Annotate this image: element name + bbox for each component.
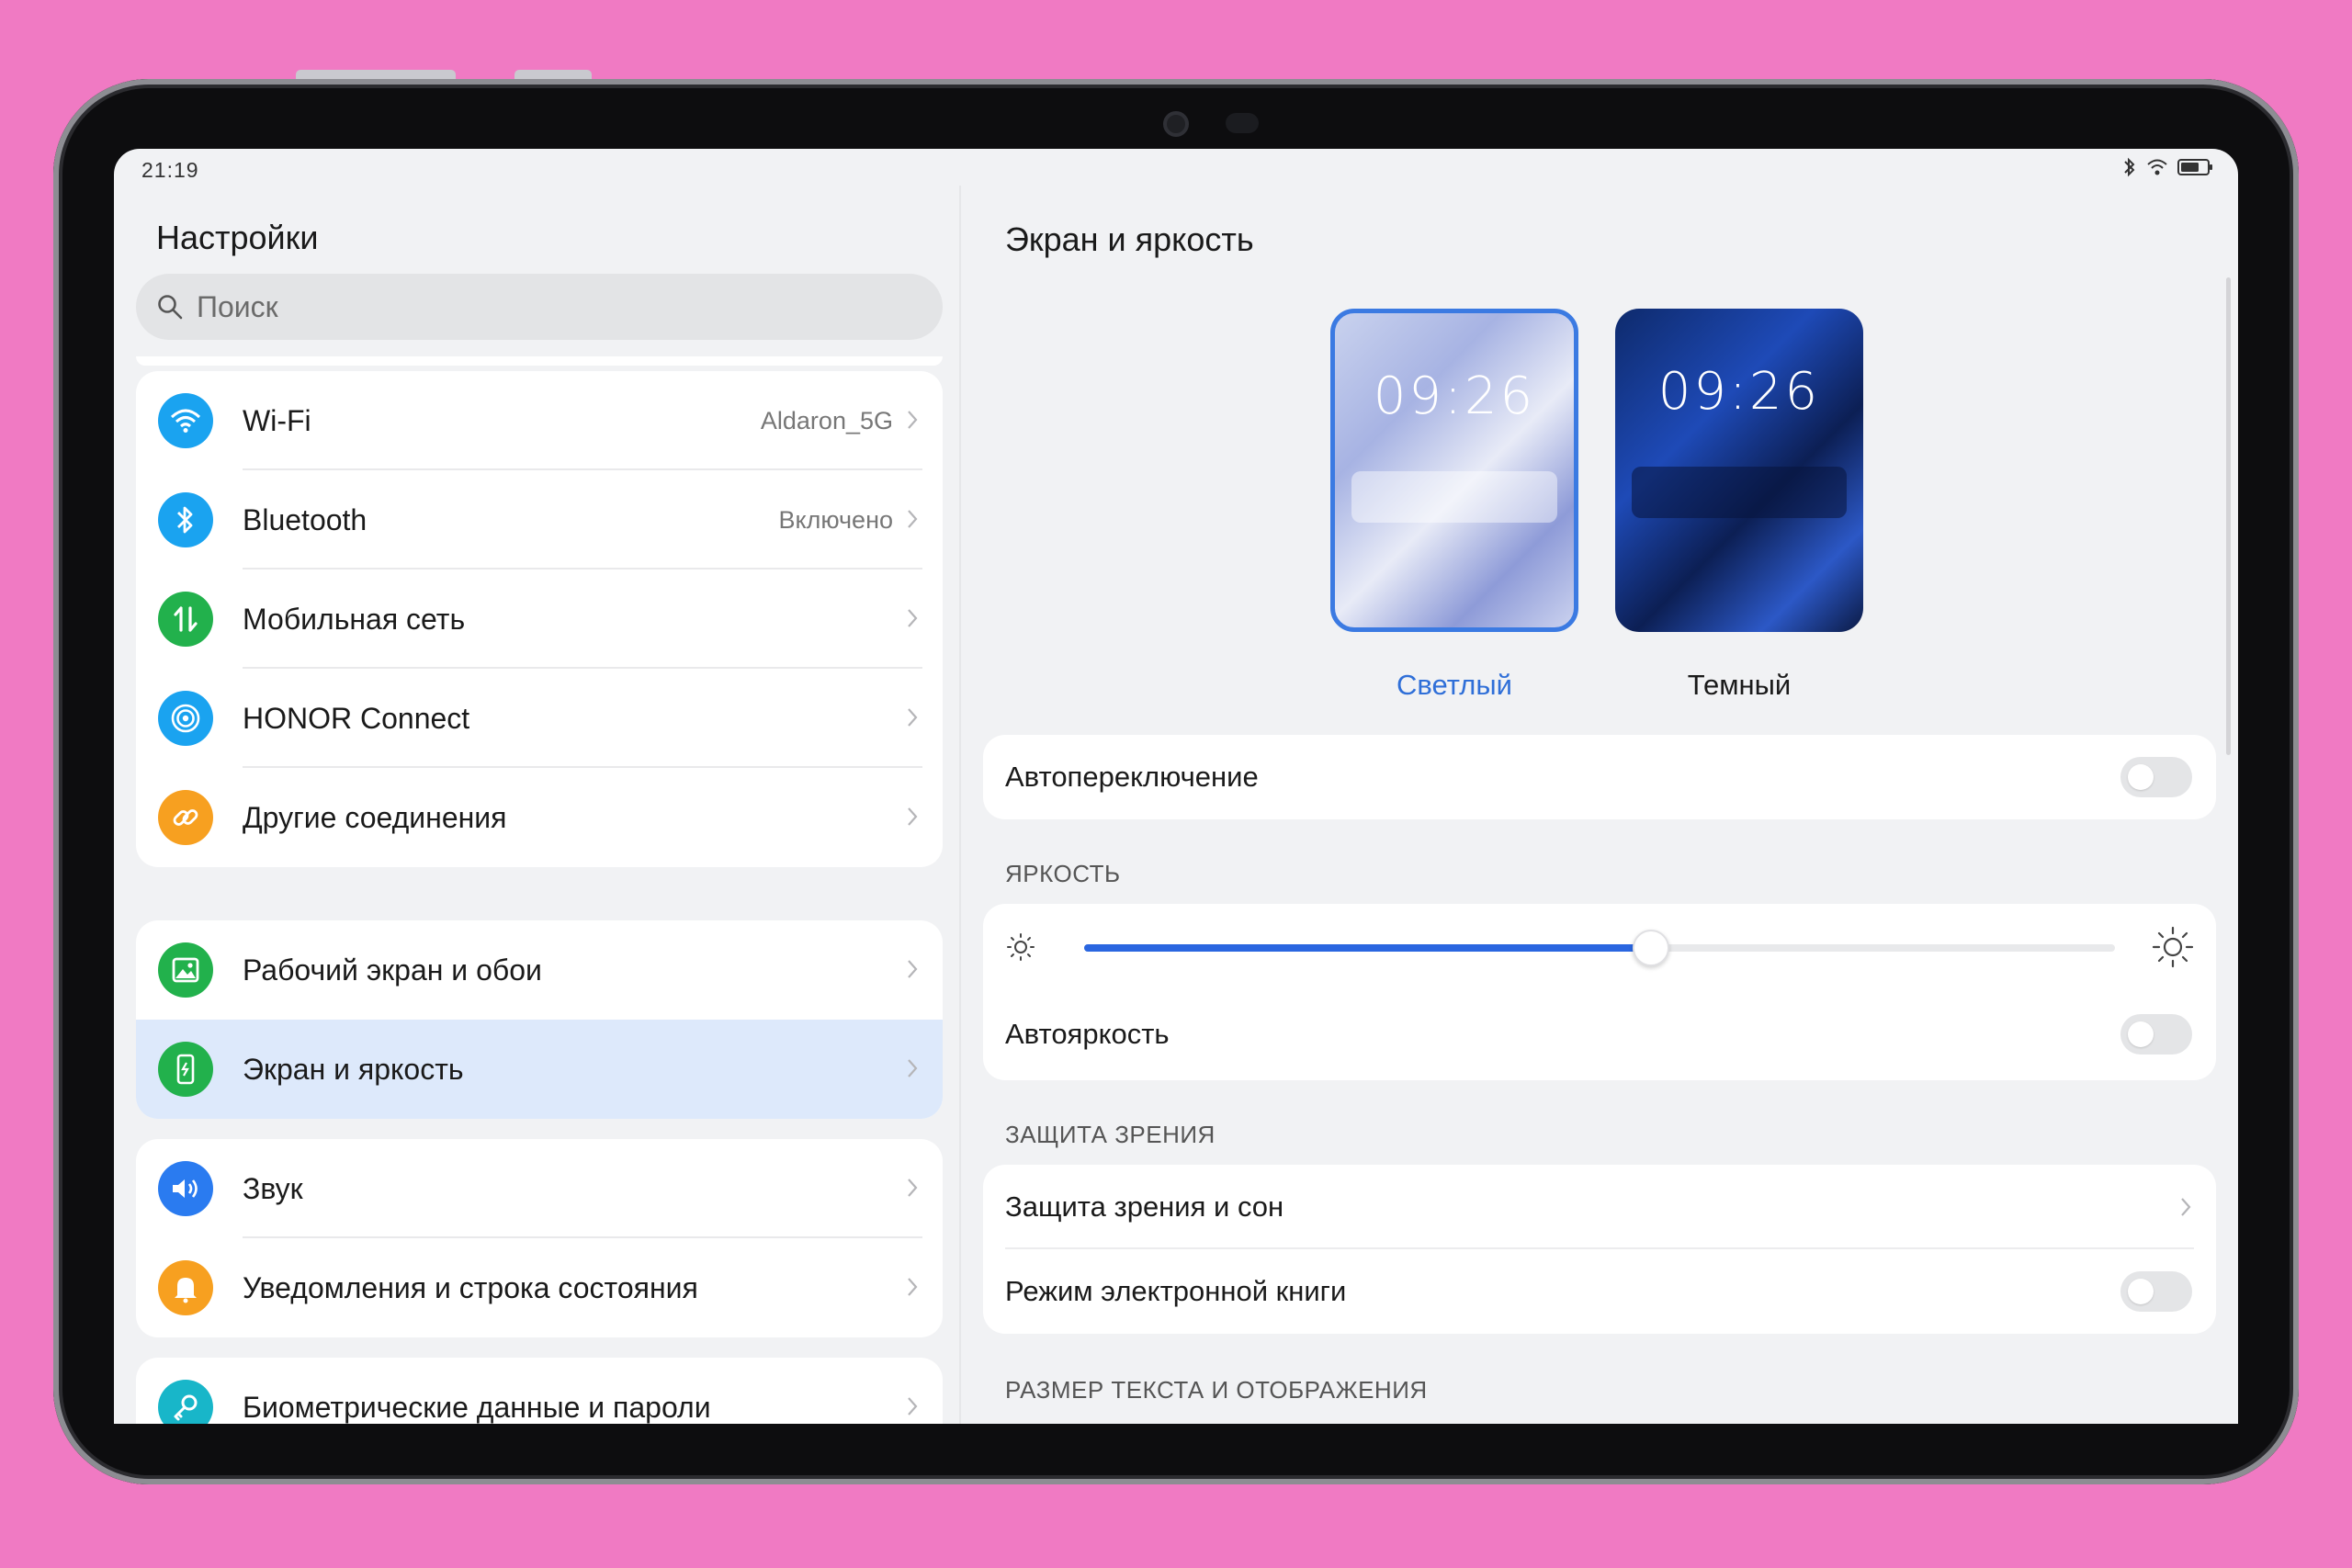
chevron-right-icon [908,1278,918,1296]
sidebar-item-label: HONOR Connect [243,701,470,735]
status-time: 21:19 [141,158,199,182]
chevron-right-icon [908,1179,918,1197]
sound-notifications-group: Звук Уведомления и строка состояния [136,1139,943,1337]
theme-light-preview[interactable]: 09:26 [1330,309,1578,632]
eye-sleep-label: Защита зрения и сон [1005,1190,1284,1223]
brightness-slider-thumb[interactable] [1633,930,1670,966]
brightness-section-header: ЯРКОСТЬ [1005,860,1121,887]
preview-clock: 09:26 [1373,367,1536,426]
auto-switch-toggle[interactable] [2120,757,2192,797]
auto-brightness-label: Автояркость [1005,1018,1170,1050]
security-group: Биометрические данные и пароли [136,1358,943,1424]
sidebar-item-label: Биометрические данные и пароли [243,1390,711,1424]
chevron-right-icon [908,1059,918,1077]
scrollbar[interactable] [2226,277,2231,755]
sidebar-item-home-screen-wallpaper[interactable]: Рабочий экран и обои [136,920,943,1020]
sound-icon [158,1161,213,1216]
link-icon [158,790,213,845]
chevron-right-icon [2181,1198,2191,1216]
search-input[interactable]: Поиск [136,274,943,340]
status-icons [2122,156,2214,178]
eye-protection-section-header: ЗАЩИТА ЗРЕНИЯ [1005,1121,1216,1148]
brightness-slider-fill [1084,944,1652,952]
screen: 21:19 Настройки Поиск Wi-Fi Aldaron_5G B… [114,149,2238,1424]
sidebar-item-mobile-network[interactable]: Мобильная сеть [136,570,943,669]
display-brightness-pane: Экран и яркость 09:26 09:26 Светлый Темн… [961,186,2238,1424]
theme-dark-preview[interactable]: 09:26 [1615,309,1863,632]
sun-small-icon [1007,933,1035,961]
power-button [514,70,592,79]
sidebar-item-label: Рабочий экран и обои [243,953,542,987]
previous-group-edge [136,356,943,366]
bell-icon [158,1260,213,1315]
personalization-group: Рабочий экран и обои Экран и яркость [136,920,943,1119]
eye-sleep-row[interactable]: Защита зрения и сон [983,1165,2216,1249]
wallpaper-icon [158,942,213,998]
sidebar-item-sound[interactable]: Звук [136,1139,943,1238]
sidebar-item-label: Другие соединения [243,800,507,834]
theme-light-label[interactable]: Светлый [1330,669,1578,702]
sidebar-item-label: Уведомления и строка состояния [243,1270,698,1304]
light-sensor [1226,113,1259,133]
chevron-right-icon [908,960,918,978]
brightness-card: Автояркость [983,904,2216,1080]
auto-switch-label: Автопереключение [1005,761,1259,793]
bluetooth-icon [158,492,213,547]
search-placeholder: Поиск [197,289,278,323]
sidebar-item-other-connections[interactable]: Другие соединения [136,768,943,867]
preview-widget [1351,471,1557,523]
search-icon [158,295,183,320]
preview-clock: 09:26 [1657,362,1821,422]
bluetooth-status-icon [2124,157,2135,177]
sidebar-item-wifi[interactable]: Wi-Fi Aldaron_5G [136,371,943,470]
wifi-status-icon [2147,159,2167,175]
chevron-right-icon [908,411,918,429]
sidebar-item-honor-connect[interactable]: HONOR Connect [136,669,943,768]
ebook-mode-row[interactable]: Режим электронной книги [983,1249,2216,1334]
mobile-data-icon [158,592,213,647]
status-bar: 21:19 [114,149,2238,186]
theme-dark-label[interactable]: Темный [1615,669,1863,702]
wifi-icon [158,393,213,448]
detail-title: Экран и яркость [1005,220,1254,258]
sidebar-item-label: Wi-Fi [243,403,311,437]
brightness-slider[interactable] [1084,930,2115,966]
auto-switch-card: Автопереключение [983,735,2216,819]
chevron-right-icon [908,1397,918,1416]
chevron-right-icon [908,609,918,627]
bluetooth-status: Включено [778,505,893,534]
sidebar-item-bluetooth[interactable]: Bluetooth Включено [136,470,943,570]
sidebar-item-label: Мобильная сеть [243,602,466,636]
volume-button [296,70,456,79]
auto-switch-row[interactable]: Автопереключение [983,735,2216,819]
auto-brightness-toggle[interactable] [2120,1014,2192,1055]
sun-large-icon [2152,926,2194,968]
display-icon [158,1042,213,1097]
sidebar-item-display-brightness[interactable]: Экран и яркость [136,1020,943,1119]
honor-connect-icon [158,691,213,746]
text-size-section-header: РАЗМЕР ТЕКСТА И ОТОБРАЖЕНИЯ [1005,1376,1428,1404]
settings-list-pane: Настройки Поиск Wi-Fi Aldaron_5G Bluetoo [114,186,959,1424]
auto-brightness-row[interactable]: Автояркость [983,988,2216,1080]
sidebar-item-notifications[interactable]: Уведомления и строка состояния [136,1238,943,1337]
wifi-network-name: Aldaron_5G [760,406,893,434]
chevron-right-icon [908,807,918,826]
ebook-mode-label: Режим электронной книги [1005,1275,1347,1307]
connections-group: Wi-Fi Aldaron_5G Bluetooth Включено Моби… [136,371,943,867]
battery-icon [2177,159,2212,175]
sidebar-item-label: Экран и яркость [243,1052,464,1086]
sidebar-item-biometrics-passwords[interactable]: Биометрические данные и пароли [136,1358,943,1424]
page-title: Настройки [156,219,319,256]
sidebar-item-label: Звук [243,1171,303,1205]
key-icon [158,1380,213,1424]
ebook-mode-toggle[interactable] [2120,1271,2192,1312]
eye-protection-card: Защита зрения и сон Режим электронной кн… [983,1165,2216,1334]
sidebar-item-label: Bluetooth [243,502,368,536]
chevron-right-icon [908,510,918,528]
brightness-slider-row [983,904,2216,988]
front-camera [1163,111,1189,137]
preview-widget [1632,467,1847,518]
chevron-right-icon [908,708,918,727]
